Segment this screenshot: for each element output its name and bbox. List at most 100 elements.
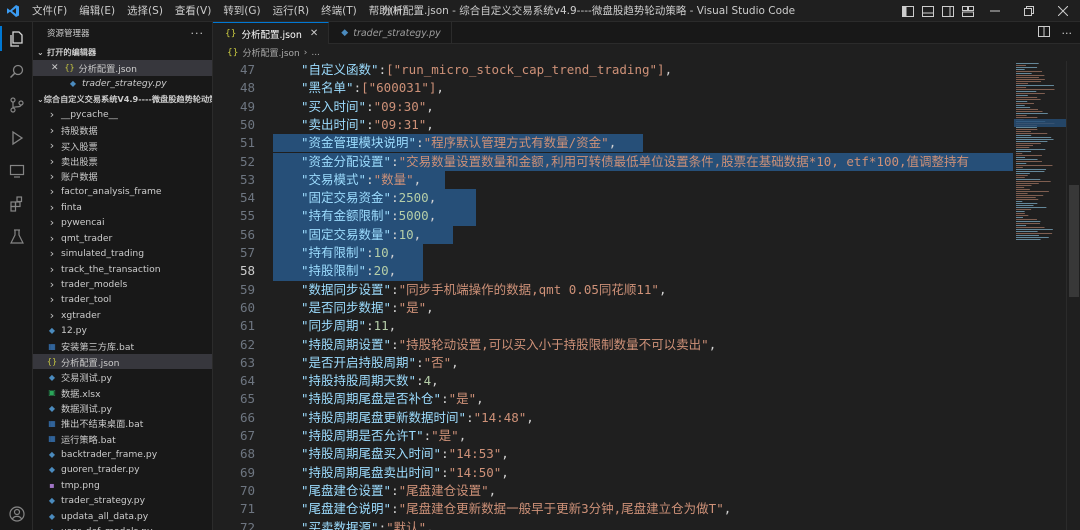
json-key: 自定义函数 <box>308 62 372 77</box>
tree-file[interactable]: ◆ 交易测试.py <box>33 369 212 385</box>
tree-file[interactable]: ◆ trader_strategy.py <box>33 493 212 508</box>
chevron-down-icon: ⌄ <box>37 94 44 104</box>
activity-bar <box>0 22 33 530</box>
breadcrumb-more[interactable]: ... <box>311 48 320 58</box>
editor-tab[interactable]: {} 分析配置.json ✕ <box>213 22 330 44</box>
tree-folder[interactable]: › factor_analysis_frame <box>33 184 212 199</box>
tree-folder[interactable]: › finta <box>33 200 212 215</box>
breadcrumb-file[interactable]: 分析配置.json <box>242 46 299 59</box>
split-editor-icon[interactable] <box>1037 26 1050 40</box>
minimap-line <box>1016 143 1041 144</box>
menu-item[interactable]: 运行(R) <box>267 0 316 22</box>
tree-file[interactable]: ▦ 安装第三方库.bat <box>33 339 212 354</box>
explorer-header: 资源管理器 ··· <box>33 22 212 44</box>
code-line: "是否同步数据":"是", <box>301 299 434 315</box>
open-editors-section[interactable]: ⌄ 打开的编辑器 <box>33 44 212 60</box>
json-value: "否" <box>423 354 452 370</box>
minimize-button[interactable] <box>978 0 1012 22</box>
scrollbar-thumb[interactable] <box>1069 185 1079 297</box>
close-icon[interactable]: ✕ <box>51 63 59 73</box>
tree-file[interactable]: ◆ 12.py <box>33 323 212 338</box>
menu-item[interactable]: 转到(G) <box>217 0 266 22</box>
minimap-line <box>1016 169 1047 170</box>
minimap-line <box>1016 183 1039 184</box>
remote-explorer-icon[interactable] <box>0 154 33 187</box>
open-editor-item[interactable]: ◆ trader_strategy.py <box>33 76 212 92</box>
open-editor-item[interactable]: ✕ {} 分析配置.json <box>33 60 212 76</box>
search-icon[interactable] <box>0 55 33 88</box>
source-control-icon[interactable] <box>0 88 33 121</box>
tree-file[interactable]: ◆user_def_models.py <box>33 524 212 530</box>
minimap-line <box>1016 233 1053 234</box>
tree-folder[interactable]: › 账户数据 <box>33 169 212 184</box>
tree-file[interactable]: ▦ 运行策略.bat <box>33 431 212 446</box>
minimap-line <box>1016 203 1038 204</box>
more-actions-icon[interactable]: ··· <box>191 27 205 40</box>
tree-file[interactable]: ▣ 数据.xlsx <box>33 385 212 400</box>
line-number: 55 <box>239 208 255 224</box>
tree-folder[interactable]: › qmt_trader <box>33 231 212 246</box>
run-debug-icon[interactable] <box>0 121 33 154</box>
code-editor[interactable]: 47 "自定义函数":["run_micro_stock_cap_trend_tr… <box>213 61 1080 530</box>
menu-item[interactable]: 终端(T) <box>315 0 363 22</box>
code-line: "持股周期尾盘卖出时间":"14:50", <box>301 464 509 480</box>
menu-item[interactable]: 选择(S) <box>121 0 169 22</box>
tree-file[interactable]: ◆ updata_all_data.py <box>33 508 212 523</box>
code-line: "持股周期尾盘更新数据时间":"14:48", <box>301 409 534 425</box>
line-number: 67 <box>239 428 255 443</box>
json-value: 4 <box>423 373 432 389</box>
json-colon: : <box>416 354 424 370</box>
testing-icon[interactable] <box>0 220 33 253</box>
tree-folder[interactable]: › __pycache__ <box>33 107 212 122</box>
json-colon: : <box>391 281 399 297</box>
line-number: 54 <box>239 190 255 206</box>
restore-button[interactable] <box>1012 0 1046 22</box>
workspace-section[interactable]: ⌄ 综合自定义交易系统V4.9----微盘股趋势轮动策略 <box>33 91 212 107</box>
tree-folder[interactable]: › 持股数据 <box>33 122 212 138</box>
minimap-line <box>1016 193 1028 194</box>
minimap-line <box>1016 179 1041 180</box>
line-number: 56 <box>239 226 255 242</box>
tree-folder[interactable]: › track_the_transaction <box>33 261 212 276</box>
tree-file[interactable]: ◆ backtrader_frame.py <box>33 447 212 462</box>
vertical-scrollbar[interactable] <box>1066 61 1080 530</box>
customize-layout-icon[interactable] <box>958 0 978 22</box>
tree-folder[interactable]: › 卖出股票 <box>33 153 212 169</box>
json-value: 5000 <box>398 208 429 224</box>
menu-item[interactable]: 编辑(E) <box>73 0 121 22</box>
window-title: 分析配置.json - 综合自定义交易系统v4.9----微盘股趋势轮动策略 -… <box>382 5 796 17</box>
minimap-line <box>1016 147 1030 148</box>
close-tab-icon[interactable]: ✕ <box>310 28 318 39</box>
explorer-icon[interactable] <box>0 22 33 55</box>
file-tree: › __pycache__ › 持股数据 › 买入股票 › 卖出股票 › 账户数据 › factor_… <box>33 107 212 530</box>
tree-folder[interactable]: › trader_tool <box>33 292 212 307</box>
menu-item[interactable]: 查看(V) <box>169 0 217 22</box>
minimap-line <box>1016 67 1038 68</box>
tree-file[interactable]: ▪ tmp.png <box>33 478 212 493</box>
tree-file[interactable]: ◆ 数据测试.py <box>33 400 212 416</box>
tree-file[interactable]: {} 分析配置.json <box>33 354 212 370</box>
tree-file[interactable]: ▦ 推出不结束桌面.bat <box>33 416 212 431</box>
file-name: track_the_transaction <box>61 263 161 275</box>
json-comma: , <box>426 98 434 114</box>
more-actions-icon[interactable]: ··· <box>1062 27 1073 40</box>
tree-folder[interactable]: › pywencai <box>33 215 212 230</box>
toggle-primary-sidebar-icon[interactable] <box>898 0 918 22</box>
tree-folder[interactable]: › trader_models <box>33 277 212 292</box>
tree-folder[interactable]: › simulated_trading <box>33 246 212 261</box>
toggle-panel-icon[interactable] <box>918 0 938 22</box>
tree-folder[interactable]: › 买入股票 <box>33 138 212 153</box>
json-comma: , <box>526 409 534 425</box>
minimap-line <box>1016 215 1029 216</box>
extensions-icon[interactable] <box>0 187 33 220</box>
tree-file[interactable]: ◆ guoren_trader.py <box>33 462 212 477</box>
tree-folder[interactable]: › xgtrader <box>33 308 212 323</box>
accounts-icon[interactable] <box>0 497 33 530</box>
editor-tab[interactable]: ◆ trader_strategy.py <box>329 22 452 44</box>
close-window-button[interactable] <box>1046 0 1080 22</box>
menu-item[interactable]: 文件(F) <box>26 0 73 22</box>
chevron-right-icon: › <box>49 262 55 276</box>
minimap-line <box>1016 187 1025 188</box>
toggle-secondary-sidebar-icon[interactable] <box>938 0 958 22</box>
minimap[interactable] <box>1014 61 1066 530</box>
